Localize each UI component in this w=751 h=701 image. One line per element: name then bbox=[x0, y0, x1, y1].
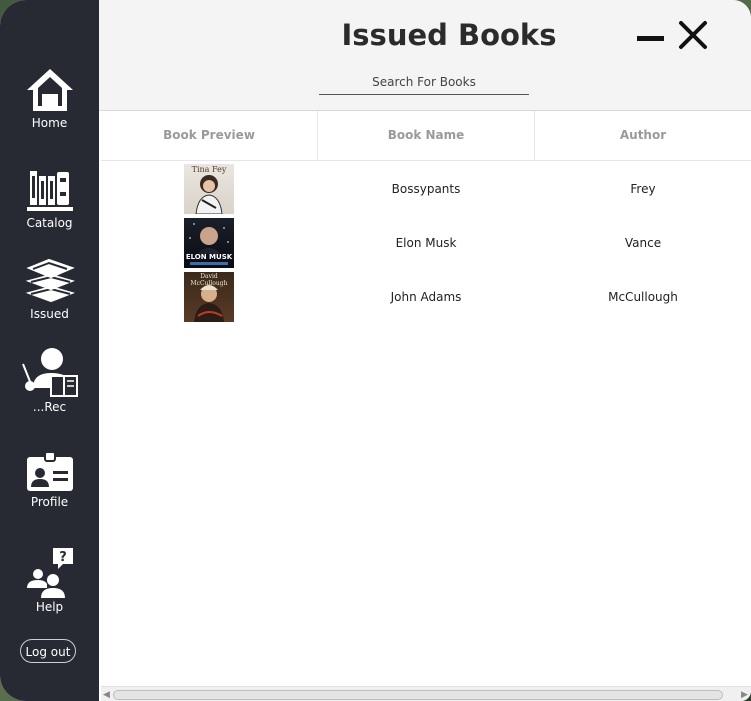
sidebar-item-label: Issued bbox=[30, 307, 69, 321]
sidebar-item-label: Profile bbox=[30, 495, 69, 509]
search-input[interactable] bbox=[319, 70, 529, 95]
logout-button[interactable]: Log out bbox=[20, 639, 76, 663]
header: Issued Books bbox=[99, 0, 751, 111]
sidebar-item-home[interactable]: Home bbox=[0, 66, 99, 130]
scrollbar-thumb[interactable] bbox=[113, 690, 723, 700]
app-window: Home Catalog Issued ...Rec Profile ? Hel… bbox=[0, 0, 751, 701]
sidebar-item-profile[interactable]: Profile bbox=[0, 451, 99, 509]
sidebar: Home Catalog Issued ...Rec Profile ? Hel… bbox=[0, 0, 99, 701]
book-cover: ELON MUSK bbox=[184, 218, 234, 268]
page-title: Issued Books bbox=[341, 18, 557, 52]
table-row[interactable]: David McCullough John Adams McCullough bbox=[101, 272, 751, 326]
book-name: Bossypants bbox=[391, 182, 461, 196]
close-icon[interactable] bbox=[678, 20, 708, 54]
book-author: Vance bbox=[624, 236, 662, 250]
stack-icon bbox=[0, 257, 99, 305]
sidebar-item-label: Help bbox=[35, 600, 64, 614]
sidebar-item-issued[interactable]: Issued bbox=[0, 257, 99, 321]
book-author: McCullough bbox=[608, 290, 678, 304]
help-icon: ? bbox=[0, 546, 99, 598]
book-author: Frey bbox=[630, 182, 656, 196]
svg-text:?: ? bbox=[59, 550, 67, 565]
book-name: Elon Musk bbox=[395, 236, 457, 250]
horizontal-scrollbar[interactable]: ◀ ▶ bbox=[101, 686, 751, 701]
id-card-icon bbox=[0, 451, 99, 493]
table-header: Book Preview Book Name Author bbox=[101, 111, 751, 161]
book-name: John Adams bbox=[390, 290, 462, 304]
home-icon bbox=[0, 66, 99, 114]
books-icon bbox=[0, 168, 99, 214]
sidebar-item-catalog[interactable]: Catalog bbox=[0, 168, 99, 230]
scroll-right-icon[interactable]: ▶ bbox=[741, 690, 748, 700]
sidebar-item-label: Home bbox=[31, 116, 68, 130]
scroll-left-icon[interactable]: ◀ bbox=[103, 690, 110, 700]
book-cover: David McCullough bbox=[184, 272, 234, 322]
reader-icon bbox=[0, 346, 99, 398]
sidebar-item-rec[interactable]: ...Rec bbox=[0, 346, 99, 414]
minimize-icon[interactable] bbox=[637, 28, 665, 47]
table-row[interactable]: ELON MUSK Elon Musk Vance bbox=[101, 218, 751, 272]
column-header-name[interactable]: Book Name bbox=[318, 111, 535, 160]
book-cover: Tina Fey bbox=[184, 164, 234, 214]
column-header-author[interactable]: Author bbox=[535, 111, 751, 160]
table-row[interactable]: Tina Fey Bossypants Frey bbox=[101, 164, 751, 218]
cover-text: ELON MUSK bbox=[185, 253, 233, 261]
column-header-preview[interactable]: Book Preview bbox=[101, 111, 318, 160]
sidebar-item-label: ...Rec bbox=[32, 400, 67, 414]
page-title-wrap: Issued Books bbox=[299, 18, 599, 52]
sidebar-item-label: Catalog bbox=[26, 216, 73, 230]
sidebar-item-help[interactable]: ? Help bbox=[0, 546, 99, 614]
